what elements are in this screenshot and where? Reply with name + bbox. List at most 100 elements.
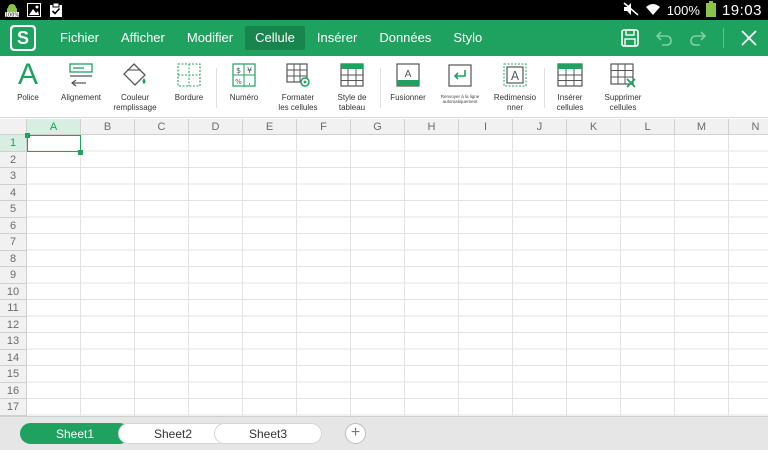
menu-stylo[interactable]: Stylo [443,26,492,50]
wrap-text-button[interactable]: Renvoyer à la ligne automatiquement [438,60,482,116]
spreadsheet-grid[interactable]: ABCDEFGHIJKLMN 1 2 3 4 5 6 7 8 9 10 11 12 13 14 15 16 17 [0,119,768,416]
fill-color-label: Couleur remplissage [113,93,157,112]
selection-handle-bottom-right[interactable] [78,150,83,155]
border-label: Bordure [174,93,204,102]
row-header-15[interactable]: 15 [0,366,27,383]
undo-icon[interactable] [655,29,673,47]
delete-cells-icon [598,60,648,90]
row-header-13[interactable]: 13 [0,333,27,350]
row-header-17[interactable]: 17 [0,399,27,416]
menu-donnees[interactable]: Données [369,26,441,50]
svg-text:¥: ¥ [247,66,252,75]
column-header-c[interactable]: C [135,119,189,135]
cell-area[interactable] [27,135,768,416]
delete-cells-button[interactable]: Supprimer cellules [598,60,648,116]
row-header-1[interactable]: 1 [0,135,27,152]
resize-label: Redimensio nner [493,93,537,112]
column-header-h[interactable]: H [405,119,459,135]
column-header-b[interactable]: B [81,119,135,135]
merge-label: Fusionner [390,93,426,102]
ribbon-separator [216,68,217,108]
insert-cells-icon [548,60,592,90]
border-icon [168,60,210,90]
image-icon [26,2,42,18]
column-header-d[interactable]: D [189,119,243,135]
column-header-j[interactable]: J [513,119,567,135]
column-header-k[interactable]: K [567,119,621,135]
insert-cells-button[interactable]: Insérer cellules [548,60,592,116]
row-header-16[interactable]: 16 [0,382,27,399]
sheet-tab-sheet1[interactable]: Sheet1 [20,423,130,444]
svg-text:A: A [405,69,412,80]
close-icon[interactable] [740,29,758,47]
sheet-bar: Sheet1 Sheet2 Sheet3 + [0,416,768,450]
row-header-2[interactable]: 2 [0,151,27,168]
sheet-tab-sheet2[interactable]: Sheet2 [118,423,228,444]
table-style-button[interactable]: Style de tableau [330,60,374,116]
clock: 19:03 [721,2,762,19]
column-header-g[interactable]: G [351,119,405,135]
row-header-4[interactable]: 4 [0,184,27,201]
select-all-corner[interactable] [0,119,27,135]
menu-inserer[interactable]: Insérer [307,26,367,50]
menu-bar: S Fichier Afficher Modifier Cellule Insé… [0,20,768,56]
format-cells-button[interactable]: Formater les cellules [274,60,322,116]
mute-icon [623,2,639,19]
svg-text:100%: 100% [5,13,19,18]
delete-cells-label: Supprimer cellules [604,93,642,112]
android-debug-icon: 100% [4,2,20,18]
alignment-button[interactable]: Alignement [56,60,106,116]
format-cells-icon [274,60,322,90]
save-icon[interactable] [621,29,639,47]
battery-icon [705,1,716,20]
row-header-5[interactable]: 5 [0,201,27,218]
status-bar: 100% 100% 19:03 [0,0,768,20]
svg-text:A: A [511,69,520,83]
row-header-7[interactable]: 7 [0,234,27,251]
selection-handle-top-left[interactable] [25,133,30,138]
column-header-m[interactable]: M [675,119,729,135]
resize-button[interactable]: A Redimensio nner [490,60,540,116]
number-button[interactable]: $ ¥%, Numéro [222,60,266,116]
active-cell-a1[interactable] [27,135,81,152]
column-header-l[interactable]: L [621,119,675,135]
wrap-text-icon [438,60,482,90]
svg-text:,: , [248,77,251,86]
menu-afficher[interactable]: Afficher [111,26,175,50]
merge-button[interactable]: A Fusionner [386,60,430,116]
row-header-3[interactable]: 3 [0,168,27,185]
redo-icon[interactable] [689,29,707,47]
font-label: Police [17,93,39,102]
column-header-a[interactable]: A [27,119,81,135]
menu-modifier[interactable]: Modifier [177,26,243,50]
menu-cellule[interactable]: Cellule [245,26,305,50]
fill-color-button[interactable]: Couleur remplissage [110,60,160,116]
wrap-text-label: Renvoyer à la ligne automatiquement [440,94,480,104]
row-header-14[interactable]: 14 [0,349,27,366]
column-header-e[interactable]: E [243,119,297,135]
fill-color-icon [110,60,160,90]
row-header-11[interactable]: 11 [0,300,27,317]
clipboard-check-icon [48,2,64,18]
border-button[interactable]: Bordure [168,60,210,116]
column-header-i[interactable]: I [459,119,513,135]
battery-percent: 100% [666,3,700,18]
app-logo-button[interactable]: S [10,25,36,51]
font-button[interactable]: A Police [8,60,48,116]
menu-fichier[interactable]: Fichier [50,26,109,50]
ribbon-toolbar: A Police Alignement Couleur remplissage B… [0,56,768,118]
column-header-f[interactable]: F [297,119,351,135]
table-style-icon [330,60,374,90]
add-sheet-button[interactable]: + [345,423,366,444]
row-header-9[interactable]: 9 [0,267,27,284]
row-header-12[interactable]: 12 [0,316,27,333]
row-header-10[interactable]: 10 [0,283,27,300]
wifi-icon [645,2,661,19]
ribbon-separator [544,68,545,108]
row-header-8[interactable]: 8 [0,250,27,267]
row-header-6[interactable]: 6 [0,217,27,234]
ribbon-separator [380,68,381,108]
column-header-n[interactable]: N [729,119,768,135]
sheet-tab-sheet3[interactable]: Sheet3 [214,423,322,444]
alignment-label: Alignement [60,93,102,102]
